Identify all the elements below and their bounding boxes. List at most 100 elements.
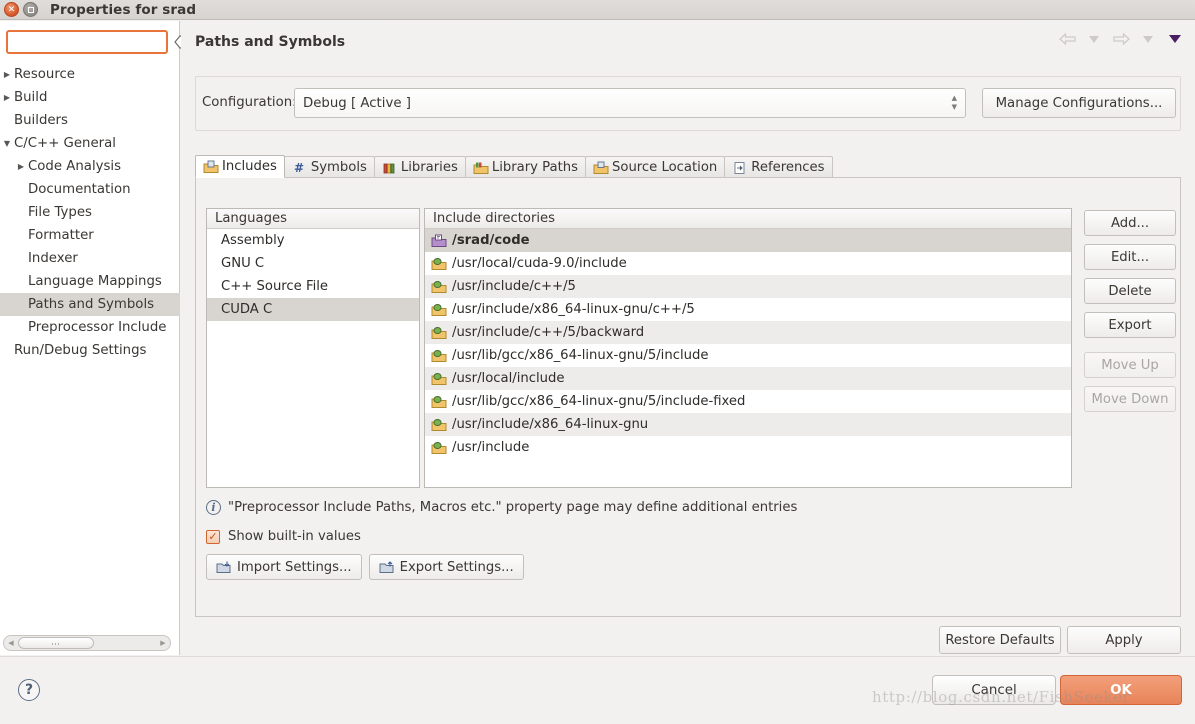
configuration-dropdown[interactable]: Debug [ Active ] ▲ ▼ <box>294 88 966 118</box>
hash-icon: # <box>292 161 308 175</box>
include-directory-row[interactable]: /usr/include <box>425 436 1071 459</box>
tab-source-location[interactable]: Source Location <box>585 156 726 178</box>
tab-references[interactable]: References <box>724 156 833 178</box>
chevron-down-icon[interactable]: ▼ <box>0 139 14 148</box>
languages-list[interactable]: Languages Assembly GNU C C++ Source File CU… <box>206 208 420 488</box>
sidebar-item-run-debug-settings[interactable]: Run/Debug Settings <box>0 339 180 362</box>
languages-list-header: Languages <box>207 209 419 229</box>
search-input[interactable] <box>14 33 174 51</box>
builtin-folder-icon <box>431 349 447 363</box>
tab-library-paths[interactable]: Library Paths <box>464 156 586 178</box>
view-menu-chevron-down-icon[interactable] <box>1165 30 1185 48</box>
search-box[interactable] <box>6 30 191 54</box>
tab-symbols[interactable]: # Symbols <box>283 156 375 178</box>
include-directory-path: /usr/local/include <box>452 371 565 386</box>
include-directory-row[interactable]: /srad/code <box>425 229 1071 252</box>
settings-tree[interactable]: ▶ Resource ▶ Build Builders ▼ C/C++ General ▶ C… <box>0 63 180 362</box>
includes-tab-panel: Languages Assembly GNU C C++ Source File CU… <box>195 177 1181 617</box>
sidebar-item-resource[interactable]: ▶ Resource <box>0 63 180 86</box>
language-label: Assembly <box>221 233 285 248</box>
include-directory-path: /usr/lib/gcc/x86_64-linux-gnu/5/include <box>452 348 709 363</box>
builtin-folder-icon <box>431 418 447 432</box>
back-history-chevron-down-icon[interactable] <box>1084 30 1104 48</box>
scrollbar-thumb[interactable] <box>18 637 94 649</box>
add-button[interactable]: Add... <box>1084 210 1176 236</box>
languages-rows[interactable]: Assembly GNU C C++ Source File CUDA C <box>207 229 419 321</box>
sidebar-item-documentation[interactable]: Documentation <box>0 178 180 201</box>
show-builtin-values-checkbox[interactable]: ✓ <box>206 529 220 544</box>
language-list-item[interactable]: GNU C <box>207 252 419 275</box>
sidebar-item-c-c-general[interactable]: ▼ C/C++ General <box>0 132 180 155</box>
include-directory-row[interactable]: /usr/include/c++/5 <box>425 275 1071 298</box>
restore-defaults-button[interactable]: Restore Defaults <box>939 626 1061 654</box>
include-directory-path: /usr/include/c++/5 <box>452 279 576 294</box>
tab-libraries[interactable]: Libraries <box>373 156 466 178</box>
help-button[interactable]: ? <box>18 679 40 701</box>
language-list-item[interactable]: C++ Source File <box>207 275 419 298</box>
show-builtin-values-row[interactable]: ✓ Show built-in values <box>206 529 361 544</box>
sidebar-item-code-analysis[interactable]: ▶ Code Analysis <box>0 155 180 178</box>
sidebar-item-builders[interactable]: Builders <box>0 109 180 132</box>
forward-arrow-icon[interactable] <box>1111 30 1131 48</box>
include-directory-row[interactable]: /usr/local/cuda-9.0/include <box>425 252 1071 275</box>
libraries-icon <box>382 161 398 175</box>
chevron-right-icon[interactable]: ▶ <box>0 93 14 102</box>
builtin-folder-icon <box>431 441 447 455</box>
sidebar-item-paths-and-symbols[interactable]: Paths and Symbols <box>0 293 180 316</box>
back-arrow-icon[interactable] <box>1057 30 1077 48</box>
sidebar-item-label: Formatter <box>28 228 94 243</box>
sidebar-item-label: Indexer <box>28 251 78 266</box>
settings-button-label: Import Settings... <box>237 559 352 575</box>
builtin-folder-icon <box>431 280 447 294</box>
delete-button[interactable]: Delete <box>1084 278 1176 304</box>
apply-button[interactable]: Apply <box>1067 626 1181 654</box>
move-down-button: Move Down <box>1084 386 1176 412</box>
chevron-right-icon[interactable]: ▶ <box>0 70 14 79</box>
sidebar-horizontal-scrollbar[interactable]: ◀ ▶ <box>3 635 171 651</box>
settings-content-panel: Paths and Symbols Configuration: Debug [… <box>181 21 1195 655</box>
scrollbar-track[interactable] <box>18 637 156 649</box>
sidebar-item-preprocessor-include[interactable]: Preprocessor Include <box>0 316 180 339</box>
tab-includes[interactable]: Includes <box>195 155 285 178</box>
include-directories-rows[interactable]: /srad/code/usr/local/cuda-9.0/include/us… <box>425 229 1071 459</box>
maximize-window-button[interactable] <box>23 2 38 17</box>
window-titlebar: ✕ Properties for srad <box>0 0 1195 20</box>
scroll-left-arrow[interactable]: ◀ <box>4 639 18 647</box>
include-directory-row[interactable]: /usr/local/include <box>425 367 1071 390</box>
include-directory-row[interactable]: /usr/lib/gcc/x86_64-linux-gnu/5/include <box>425 344 1071 367</box>
language-label: CUDA C <box>221 302 273 317</box>
tab-bar[interactable]: Includes # Symbols Libraries Library Paths So… <box>195 154 1181 178</box>
sidebar-item-file-types[interactable]: File Types <box>0 201 180 224</box>
include-directory-row[interactable]: /usr/include/x86_64-linux-gnu <box>425 413 1071 436</box>
chevron-right-icon[interactable]: ▶ <box>14 162 28 171</box>
import-settings-button[interactable]: Import Settings... <box>206 554 362 580</box>
preprocessor-note: i "Preprocessor Include Paths, Macros et… <box>206 500 797 515</box>
sidebar-item-label: File Types <box>28 205 92 220</box>
include-directories-list[interactable]: Include directories /srad/code/usr/local… <box>424 208 1072 488</box>
sidebar-item-indexer[interactable]: Indexer <box>0 247 180 270</box>
sidebar-item-label: C/C++ General <box>14 136 116 151</box>
scroll-right-arrow[interactable]: ▶ <box>156 639 170 647</box>
include-directory-row[interactable]: /usr/lib/gcc/x86_64-linux-gnu/5/include-… <box>425 390 1071 413</box>
configuration-spinner-icon[interactable]: ▲ ▼ <box>952 95 957 111</box>
language-list-item[interactable]: CUDA C <box>207 298 419 321</box>
sidebar-item-language-mappings[interactable]: Language Mappings <box>0 270 180 293</box>
settings-import-export-buttons: Import Settings... Export Settings... <box>206 554 524 580</box>
close-window-button[interactable]: ✕ <box>4 2 19 17</box>
page-title: Paths and Symbols <box>195 34 346 50</box>
edit-button[interactable]: Edit... <box>1084 244 1176 270</box>
sidebar-item-formatter[interactable]: Formatter <box>0 224 180 247</box>
language-list-item[interactable]: Assembly <box>207 229 419 252</box>
forward-history-chevron-down-icon[interactable] <box>1138 30 1158 48</box>
window-title: Properties for srad <box>50 1 197 18</box>
include-directory-row[interactable]: /usr/include/x86_64-linux-gnu/c++/5 <box>425 298 1071 321</box>
sidebar-item-build[interactable]: ▶ Build <box>0 86 180 109</box>
export-button[interactable]: Export <box>1084 312 1176 338</box>
settings-navigation-panel: ▶ Resource ▶ Build Builders ▼ C/C++ General ▶ C… <box>0 21 191 655</box>
tab-label: Symbols <box>310 160 367 175</box>
include-directory-path: /usr/include/x86_64-linux-gnu/c++/5 <box>452 302 695 317</box>
export-settings-button[interactable]: Export Settings... <box>368 554 524 580</box>
manage-configurations-button[interactable]: Manage Configurations... <box>982 88 1176 118</box>
include-directory-row[interactable]: /usr/include/c++/5/backward <box>425 321 1071 344</box>
